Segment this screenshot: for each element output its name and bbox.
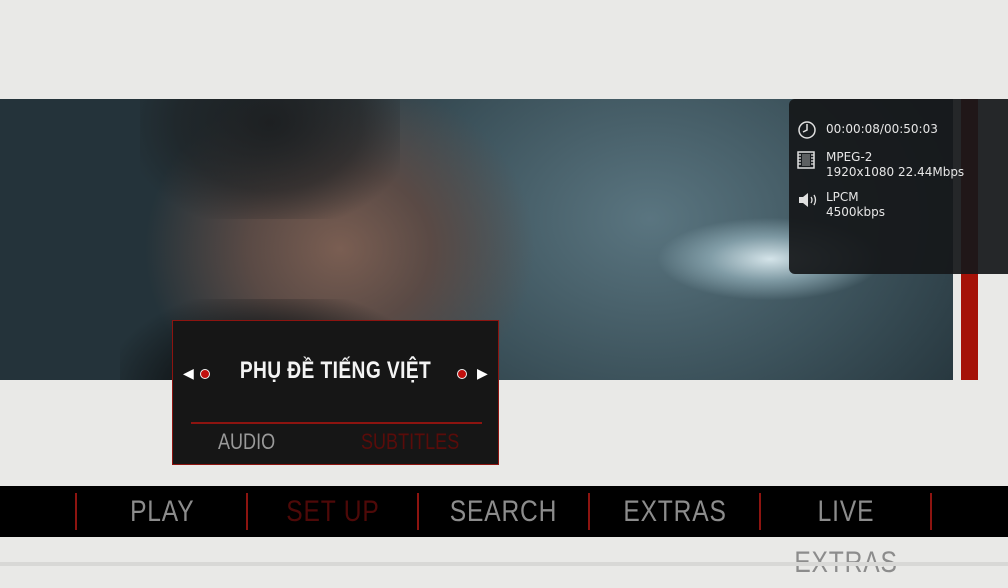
video-details: 1920x1080 22.44Mbps [826,165,965,179]
film-icon [797,150,819,170]
subtitle-value: PHỤ ĐỀ TIẾNG VIỆT [239,357,432,384]
left-arrow-icon[interactable]: ◀ [183,366,194,382]
time-row: 00:00:08/00:50:03 [797,120,938,140]
speaker-icon [797,190,819,210]
subtitle-selector-popup: ◀ PHỤ ĐỀ TIẾNG VIỆT ▶ AUDIO SUBTITLES [172,320,499,465]
audio-codec: LPCM [826,190,859,204]
nav-live-extras[interactable]: LIVE EXTRAS [761,486,931,579]
tab-audio[interactable]: AUDIO [218,429,275,455]
tab-subtitles[interactable]: SUBTITLES [361,429,459,455]
bottom-strip [0,562,1008,566]
main-nav-bar: PLAY SET UP SEARCH EXTRAS LIVE EXTRAS [0,486,1008,579]
time-readout: 00:00:08/00:50:03 [826,122,938,136]
nav-separator [930,493,932,530]
nav-play[interactable]: PLAY [77,486,247,537]
audio-bitrate: 4500kbps [826,205,885,219]
video-figure-hair [140,99,400,219]
clock-icon [797,120,819,140]
video-row: MPEG-2 1920x1080 22.44Mbps [797,150,964,180]
video-codec: MPEG-2 [826,150,873,164]
nav-extras[interactable]: EXTRAS [590,486,760,537]
audio-row: LPCM 4500kbps [797,190,885,220]
right-arrow-icon[interactable]: ▶ [477,366,488,382]
popup-divider [191,422,482,424]
next-indicator-dot [457,369,467,379]
nav-search[interactable]: SEARCH [419,486,589,537]
nav-set-up[interactable]: SET UP [248,486,418,537]
playback-info-panel: 00:00:08/00:50:03 MPEG-2 1920x1080 22.44… [789,99,1008,274]
